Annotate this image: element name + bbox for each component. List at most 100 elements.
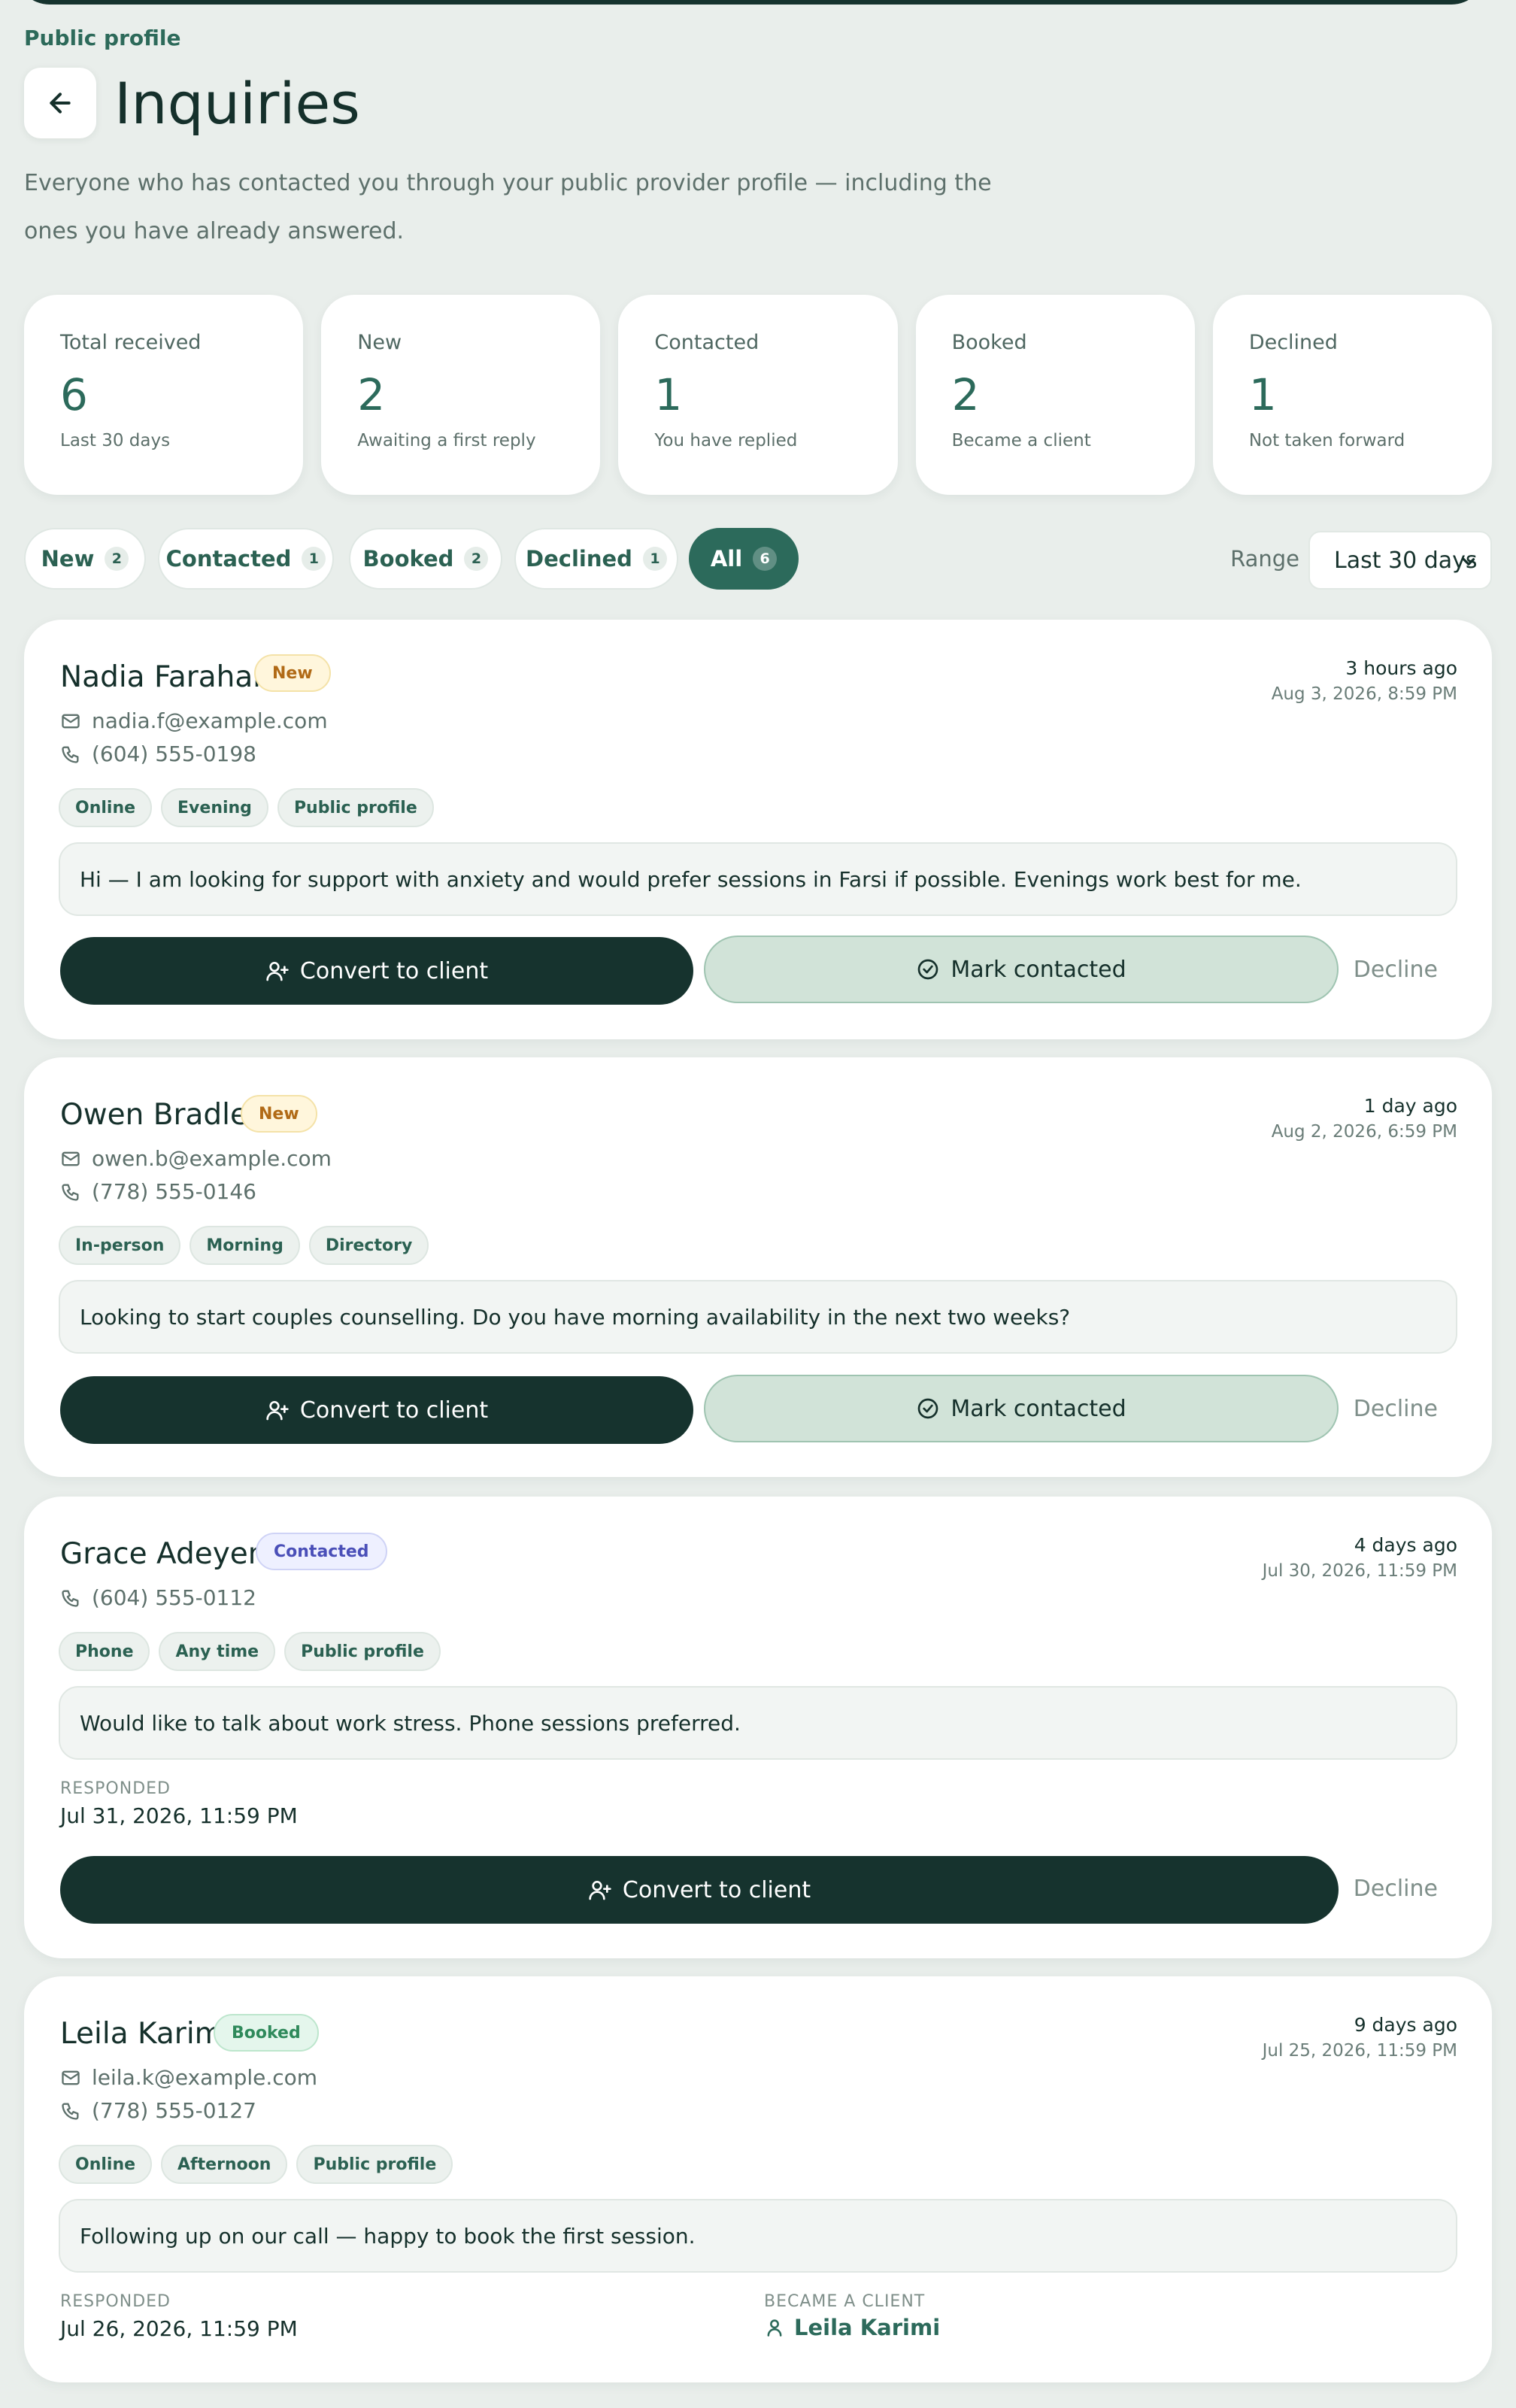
stat-card-total: Total received 6 Last 30 days (24, 295, 304, 495)
stats-row: Total received 6 Last 30 days New 2 Awai… (24, 295, 1493, 495)
mark-contacted-button[interactable]: Mark contacted (704, 1375, 1339, 1442)
client-link[interactable]: Leila Karimi (764, 2315, 940, 2340)
phone-icon (62, 1590, 79, 1607)
convert-to-client-button[interactable]: Convert to client (60, 1856, 1339, 1924)
range-select-value: Last 30 days (1334, 547, 1478, 574)
inquiry-card: Owen Bradley New 1 day ago Aug 2, 2026, … (24, 1057, 1492, 1477)
tag: Evening (161, 788, 268, 827)
inquiry-email[interactable]: leila.k@example.com (60, 2065, 317, 2090)
inquiry-email-text: owen.b@example.com (92, 1146, 332, 1171)
decline-button[interactable]: Decline (1354, 957, 1438, 983)
inquiry-time-absolute: Aug 2, 2026, 6:59 PM (1271, 1122, 1457, 1142)
filter-chip-label: Declined (526, 546, 632, 572)
stat-card-booked: Booked 2 Became a client (915, 295, 1195, 495)
inquiry-time-relative: 3 hours ago (1345, 657, 1457, 679)
responded-label: RESPONDED (60, 1779, 171, 1798)
inquiry-tags: Online Afternoon Public profile (59, 2145, 453, 2184)
stat-label: Booked (951, 331, 1027, 354)
check-circle-icon (918, 1398, 938, 1419)
convert-to-client-button[interactable]: Convert to client (60, 937, 693, 1005)
inquiry-card: Leila Karimi Booked 9 days ago Jul 25, 2… (24, 1976, 1492, 2382)
inquiry-phone[interactable]: (778) 555-0127 (60, 2098, 256, 2123)
filter-chip-contacted[interactable]: Contacted 1 (158, 528, 334, 590)
phone-icon (62, 746, 79, 763)
inquiry-message: Would like to talk about work stress. Ph… (59, 1686, 1457, 1760)
arrow-left-icon (50, 92, 71, 114)
stat-card-contacted: Contacted 1 You have replied (618, 295, 898, 495)
tag: Public profile (284, 1632, 441, 1671)
mark-button-label: Mark contacted (951, 1395, 1126, 1422)
inquiry-phone[interactable]: (604) 555-0112 (60, 1585, 256, 1610)
convert-button-label: Convert to client (622, 1876, 811, 1903)
mark-contacted-button[interactable]: Mark contacted (704, 936, 1339, 1003)
chevron-down-icon (1462, 558, 1475, 566)
inquiry-name: Grace Adeyemi (60, 1537, 285, 1571)
inquiry-phone-text: (604) 555-0112 (92, 1585, 256, 1610)
range-select[interactable]: Last 30 days (1308, 531, 1492, 590)
status-badge: New (254, 654, 331, 692)
filter-chip-count: 1 (302, 547, 326, 571)
back-button[interactable] (24, 68, 96, 138)
filter-chip-all[interactable]: All 6 (689, 528, 799, 590)
inquiry-card: Nadia Farahani New 3 hours ago Aug 3, 20… (24, 620, 1492, 1039)
inquiry-tags: Online Evening Public profile (59, 788, 434, 827)
stat-subtext: Last 30 days (60, 431, 171, 450)
inquiry-email[interactable]: nadia.f@example.com (60, 708, 328, 733)
convert-button-label: Convert to client (299, 957, 489, 984)
tag: Morning (190, 1226, 300, 1265)
tag: Any time (159, 1632, 276, 1671)
inquiry-time-absolute: Aug 3, 2026, 8:59 PM (1271, 684, 1457, 704)
inquiry-phone[interactable]: (778) 555-0146 (60, 1179, 256, 1204)
stat-value: 1 (654, 369, 683, 420)
inquiry-phone-text: (778) 555-0146 (92, 1179, 256, 1204)
tag: Public profile (296, 2145, 453, 2184)
tag: Directory (308, 1226, 429, 1265)
decline-button[interactable]: Decline (1354, 1396, 1438, 1422)
mark-button-label: Mark contacted (951, 956, 1126, 983)
filter-chip-count: 2 (105, 547, 129, 571)
filter-chip-new[interactable]: New 2 (24, 528, 146, 590)
inquiry-message: Following up on our call — happy to book… (59, 2199, 1457, 2273)
client-link-text: Leila Karimi (794, 2315, 941, 2340)
status-badge: New (241, 1095, 317, 1133)
filter-chip-label: All (710, 546, 743, 572)
inquiry-phone[interactable]: (604) 555-0198 (60, 742, 256, 766)
inquiry-card: Grace Adeyemi Contacted 4 days ago Jul 3… (24, 1497, 1492, 1958)
filter-chip-count: 2 (464, 547, 489, 571)
status-badge: Booked (214, 2014, 319, 2052)
stat-value: 2 (951, 369, 980, 420)
stat-subtext: Became a client (951, 431, 1091, 450)
inquiry-name: Nadia Farahani (60, 660, 280, 694)
filter-chip-count: 6 (753, 547, 778, 571)
stat-card-new: New 2 Awaiting a first reply (321, 295, 601, 495)
range-label: Range (1230, 546, 1299, 572)
page-title: Inquiries (114, 70, 360, 137)
inquiry-email-text: nadia.f@example.com (92, 708, 328, 733)
inquiry-name: Leila Karimi (60, 2017, 232, 2051)
filter-chip-booked[interactable]: Booked 2 (349, 528, 502, 590)
phone-icon (62, 1184, 79, 1201)
filter-chip-label: New (41, 546, 95, 572)
status-badge: Contacted (256, 1533, 387, 1570)
responded-label: RESPONDED (60, 2292, 171, 2311)
inquiry-time-absolute: Jul 30, 2026, 11:59 PM (1262, 1561, 1457, 1581)
filter-chip-declined[interactable]: Declined 1 (514, 528, 678, 590)
filter-chip-count: 1 (642, 547, 667, 571)
stat-label: Total received (60, 331, 202, 354)
tag: Phone (59, 1632, 150, 1671)
inquiry-time-relative: 9 days ago (1354, 2014, 1457, 2036)
breadcrumb[interactable]: Public profile (24, 26, 180, 50)
inquiry-time-relative: 4 days ago (1354, 1534, 1457, 1556)
inquiry-email[interactable]: owen.b@example.com (60, 1146, 332, 1171)
tag: Online (59, 2145, 153, 2184)
inquiry-name: Owen Bradley (60, 1098, 266, 1132)
stat-label: Contacted (654, 331, 760, 354)
stat-value: 1 (1248, 369, 1277, 420)
decline-button[interactable]: Decline (1354, 1876, 1438, 1902)
tag: Online (59, 788, 153, 827)
stat-subtext: You have replied (654, 431, 798, 450)
convert-to-client-button[interactable]: Convert to client (60, 1376, 693, 1444)
user-plus-icon (589, 1881, 611, 1900)
inquiry-tags: In-person Morning Directory (59, 1226, 429, 1265)
tag: Public profile (277, 788, 434, 827)
